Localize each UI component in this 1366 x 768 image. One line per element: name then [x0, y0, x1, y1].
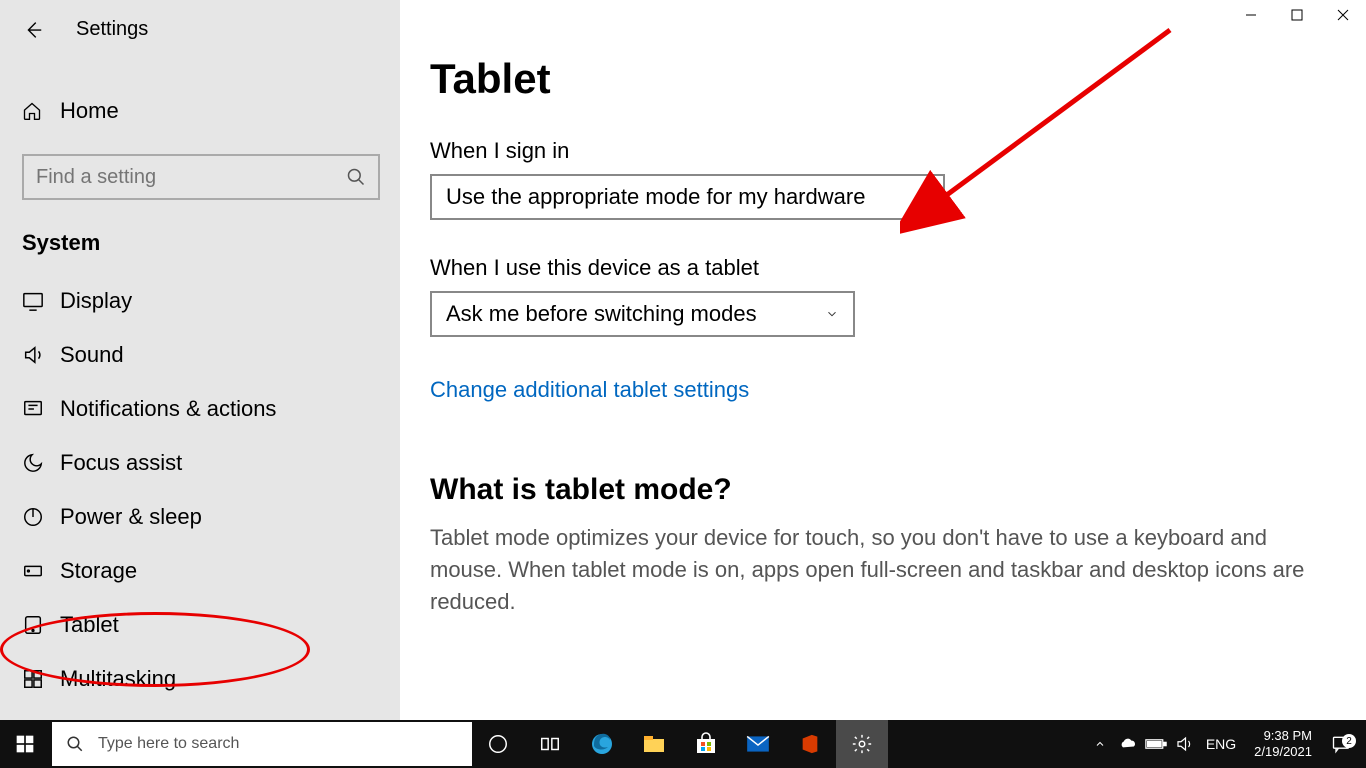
tray-date: 2/19/2021 — [1254, 744, 1312, 760]
sidebar-item-label: Sound — [60, 342, 124, 368]
close-button[interactable] — [1320, 0, 1366, 30]
chevron-down-icon — [825, 307, 839, 321]
sidebar-item-tablet[interactable]: Tablet — [0, 598, 400, 652]
info-heading: What is tablet mode? — [430, 473, 1326, 507]
sidebar-home[interactable]: Home — [0, 86, 400, 136]
signin-label: When I sign in — [430, 138, 1326, 164]
search-icon — [346, 167, 366, 187]
notif-count-badge: 2 — [1342, 734, 1356, 748]
battery-icon[interactable] — [1142, 720, 1170, 768]
sidebar-item-display[interactable]: Display — [0, 274, 400, 328]
chevron-down-icon — [915, 190, 929, 204]
sidebar-item-power-sleep[interactable]: Power & sleep — [0, 490, 400, 544]
office-icon[interactable] — [784, 720, 836, 768]
maximize-button[interactable] — [1274, 0, 1320, 30]
sound-icon — [22, 344, 44, 366]
page-title: Tablet — [430, 55, 1326, 103]
task-view-icon[interactable] — [524, 720, 576, 768]
sidebar-item-label: Power & sleep — [60, 504, 202, 530]
volume-icon[interactable] — [1170, 720, 1198, 768]
search-input-wrap[interactable] — [22, 154, 380, 200]
notifications-icon — [22, 398, 44, 420]
minimize-button[interactable] — [1228, 0, 1274, 30]
settings-sidebar: Settings Home System Display Sound Notif… — [0, 0, 400, 720]
app-title: Settings — [76, 18, 148, 41]
multitasking-icon — [22, 668, 44, 690]
sidebar-item-notifications[interactable]: Notifications & actions — [0, 382, 400, 436]
sidebar-item-label: Focus assist — [60, 450, 182, 476]
content-area: Tablet When I sign in Use the appropriat… — [400, 0, 1366, 720]
home-icon — [22, 101, 42, 121]
sidebar-item-label: Tablet — [60, 612, 119, 638]
power-icon — [22, 506, 44, 528]
tray-overflow-icon[interactable] — [1086, 720, 1114, 768]
tray-language[interactable]: ENG — [1198, 736, 1244, 752]
info-description: Tablet mode optimizes your device for to… — [430, 522, 1326, 618]
additional-settings-link[interactable]: Change additional tablet settings — [430, 377, 749, 403]
edge-icon[interactable] — [576, 720, 628, 768]
sidebar-item-label: Display — [60, 288, 132, 314]
tablet-use-select[interactable]: Ask me before switching modes — [430, 291, 855, 337]
store-icon[interactable] — [680, 720, 732, 768]
taskbar-search[interactable]: Type here to search — [52, 722, 472, 766]
tray-clock[interactable]: 9:38 PM 2/19/2021 — [1244, 728, 1322, 759]
sidebar-item-storage[interactable]: Storage — [0, 544, 400, 598]
sidebar-item-focus-assist[interactable]: Focus assist — [0, 436, 400, 490]
sidebar-item-label: Storage — [60, 558, 137, 584]
tablet-use-label: When I use this device as a tablet — [430, 255, 1326, 281]
settings-taskbar-icon[interactable] — [836, 720, 888, 768]
focus-icon — [22, 452, 44, 474]
tablet-icon — [22, 614, 44, 636]
tray-time: 9:38 PM — [1254, 728, 1312, 744]
mail-icon[interactable] — [732, 720, 784, 768]
sidebar-item-multitasking[interactable]: Multitasking — [0, 652, 400, 706]
sidebar-group-system: System — [0, 200, 400, 274]
action-center-icon[interactable]: 2 — [1322, 734, 1360, 754]
tablet-use-select-value: Ask me before switching modes — [446, 301, 757, 327]
explorer-icon[interactable] — [628, 720, 680, 768]
display-icon — [22, 290, 44, 312]
sidebar-item-label: Notifications & actions — [60, 396, 276, 422]
system-tray: ENG 9:38 PM 2/19/2021 2 — [1086, 720, 1366, 768]
taskbar: Type here to search ENG 9:38 PM 2/19/202… — [0, 720, 1366, 768]
search-icon — [66, 735, 84, 753]
signin-select[interactable]: Use the appropriate mode for my hardware — [430, 174, 945, 220]
window-controls — [1228, 0, 1366, 30]
taskbar-search-placeholder: Type here to search — [98, 735, 239, 753]
sidebar-item-label: Multitasking — [60, 666, 176, 692]
onedrive-icon[interactable] — [1114, 720, 1142, 768]
cortana-icon[interactable] — [472, 720, 524, 768]
home-label: Home — [60, 98, 119, 124]
start-button[interactable] — [0, 720, 50, 768]
back-icon[interactable] — [22, 19, 44, 41]
storage-icon — [22, 560, 44, 582]
sidebar-item-sound[interactable]: Sound — [0, 328, 400, 382]
search-input[interactable] — [36, 166, 346, 189]
signin-select-value: Use the appropriate mode for my hardware — [446, 184, 865, 210]
